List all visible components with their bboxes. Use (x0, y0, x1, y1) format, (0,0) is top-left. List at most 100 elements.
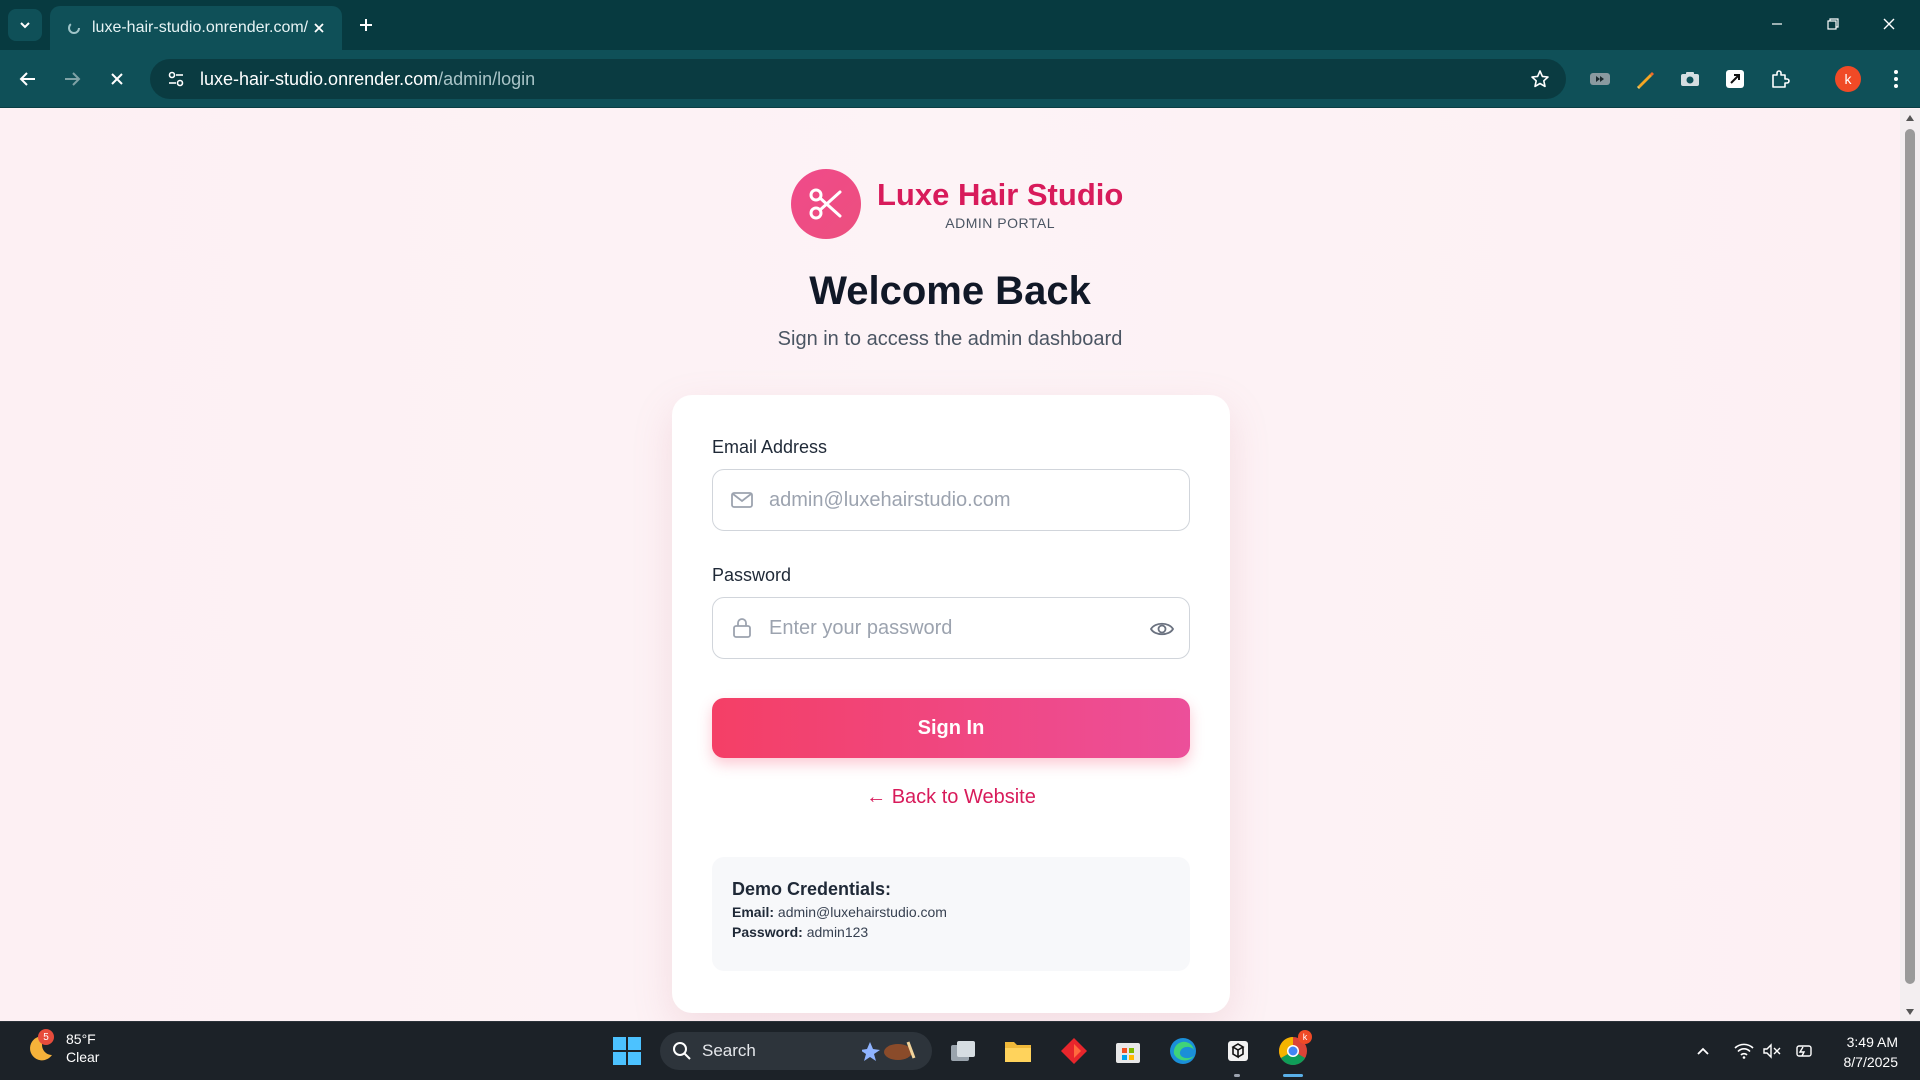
system-clock[interactable]: 3:49 AM 8/7/2025 (1824, 1032, 1899, 1072)
page-subtitle: Sign in to access the admin dashboard (777, 328, 1123, 350)
start-button[interactable] (610, 1034, 644, 1068)
extensions-button[interactable] (1765, 64, 1795, 94)
search-label: Search (702, 1041, 756, 1060)
site-info-button[interactable] (156, 59, 196, 99)
scroll-down-arrow-icon[interactable] (1904, 1007, 1916, 1017)
search-icon (673, 1042, 691, 1060)
browser-toolbar: luxe-hair-studio.onrender.com/admin/logi… (0, 50, 1920, 108)
plus-icon (360, 19, 372, 31)
back-to-website-link[interactable]: ← Back to Website (672, 786, 1230, 809)
bookmark-star-button[interactable] (1528, 67, 1552, 91)
profile-avatar[interactable]: k (1835, 66, 1861, 92)
volume-muted-icon (1763, 1043, 1781, 1059)
password-field[interactable]: Enter your password (712, 597, 1190, 659)
browser-menu-button[interactable] (1881, 64, 1911, 94)
clock-date: 8/7/2025 (1843, 1054, 1899, 1070)
brand-subtitle: ADMIN PORTAL (945, 215, 1056, 231)
chevron-up-icon (1697, 1047, 1709, 1055)
tray-overflow-button[interactable] (1692, 1040, 1714, 1062)
wifi-icon (1734, 1043, 1754, 1059)
sign-in-button[interactable]: Sign In (712, 698, 1190, 758)
running-indicator (1234, 1074, 1240, 1077)
login-page: Luxe Hair Studio ADMIN PORTAL Welcome Ba… (0, 109, 1900, 1021)
brand-name: Luxe Hair Studio (877, 177, 1124, 212)
tab-close-icon[interactable] (308, 17, 330, 39)
weather-widget[interactable]: 5 85°F Clear (24, 1029, 99, 1066)
back-button[interactable] (12, 63, 44, 95)
forward-button[interactable] (56, 63, 88, 95)
demo-email-key: Email: (732, 904, 775, 920)
extension-screenshot-button[interactable] (1675, 64, 1705, 94)
weather-temp: 85°F (66, 1031, 96, 1047)
folder-icon (1005, 1042, 1031, 1062)
chevron-down-icon (20, 22, 30, 29)
battery-charging-icon (1796, 1045, 1812, 1057)
active-app-indicator (1283, 1074, 1303, 1077)
task-view-button[interactable] (946, 1034, 980, 1068)
taskbar-search[interactable]: Search (660, 1032, 932, 1070)
demo-password: Password: admin123 (732, 924, 1170, 940)
password-label: Password (712, 565, 792, 585)
edge-button[interactable] (1166, 1034, 1200, 1068)
demo-email-value: admin@luxehairstudio.com (777, 904, 947, 920)
page-scrollbar[interactable] (1900, 109, 1920, 1021)
tab-search-button[interactable] (8, 9, 42, 41)
restore-button[interactable] (1813, 8, 1853, 40)
url-text: luxe-hair-studio.onrender.com/admin/logi… (200, 69, 535, 90)
browser-tab-bar: luxe-hair-studio.onrender.com/ (0, 0, 1920, 50)
arrow-left-icon (19, 72, 35, 86)
minimize-button[interactable] (1757, 8, 1797, 40)
page-title: Welcome Back (809, 269, 1091, 313)
loading-icon (66, 20, 82, 36)
close-icon (111, 73, 123, 85)
close-icon (1883, 18, 1895, 30)
microsoft-store-button[interactable] (1111, 1034, 1145, 1068)
minimize-icon (1772, 23, 1782, 25)
weather-text: 85°F Clear (66, 1030, 99, 1066)
scrollbar-thumb[interactable] (1905, 129, 1915, 984)
camera-icon (1681, 72, 1699, 86)
windows-logo-icon (613, 1037, 641, 1065)
app-terminal-button[interactable] (1221, 1034, 1255, 1068)
chrome-button[interactable]: k (1276, 1030, 1312, 1068)
app-red-diamond-button[interactable] (1057, 1034, 1091, 1068)
address-bar[interactable]: luxe-hair-studio.onrender.com/admin/logi… (150, 59, 1566, 99)
new-tab-button[interactable] (352, 11, 380, 39)
volume-button[interactable] (1761, 1040, 1783, 1062)
lock-icon (729, 615, 755, 641)
extension-highlighter-button[interactable] (1630, 64, 1660, 94)
demo-email: Email: admin@luxehairstudio.com (732, 904, 1170, 920)
battery-button[interactable] (1793, 1040, 1815, 1062)
tune-icon (168, 71, 184, 87)
weather-badge: 5 (38, 1029, 54, 1045)
arrow-right-icon (65, 72, 81, 86)
email-field[interactable]: admin@luxehairstudio.com (712, 469, 1190, 531)
windows-taskbar: 5 85°F Clear Search k 3:49 AM 8/7/2025 (0, 1021, 1920, 1080)
edge-icon (1170, 1038, 1196, 1064)
demo-password-value: admin123 (806, 924, 869, 940)
close-window-button[interactable] (1869, 8, 1909, 40)
scroll-up-arrow-icon[interactable] (1904, 113, 1916, 123)
stop-loading-button[interactable] (101, 63, 133, 95)
fast-forward-icon (1590, 73, 1610, 85)
file-explorer-button[interactable] (1001, 1034, 1035, 1068)
brand-text: Luxe Hair Studio ADMIN PORTAL (877, 177, 1123, 231)
login-card: Email Address admin@luxehairstudio.com P… (672, 395, 1230, 1013)
extension-cursor-button[interactable] (1720, 64, 1750, 94)
store-icon (1116, 1043, 1140, 1063)
url-path: /admin/login (438, 68, 536, 89)
tab-title: luxe-hair-studio.onrender.com/ (92, 19, 308, 36)
demo-password-key: Password: (732, 924, 803, 940)
eye-icon[interactable] (1149, 616, 1175, 642)
password-placeholder: Enter your password (769, 616, 953, 639)
chrome-profile-badge: k (1298, 1030, 1312, 1044)
browser-tab-active[interactable]: luxe-hair-studio.onrender.com/ (50, 6, 342, 50)
moon-icon: 5 (24, 1029, 58, 1065)
wifi-button[interactable] (1733, 1040, 1755, 1062)
task-view-icon (951, 1041, 975, 1061)
cursor-icon (1726, 70, 1744, 88)
demo-credentials: Demo Credentials: Email: admin@luxehairs… (712, 857, 1190, 971)
star-icon (1531, 70, 1549, 88)
extension-media-button[interactable] (1585, 64, 1615, 94)
puzzle-icon (1772, 70, 1790, 88)
